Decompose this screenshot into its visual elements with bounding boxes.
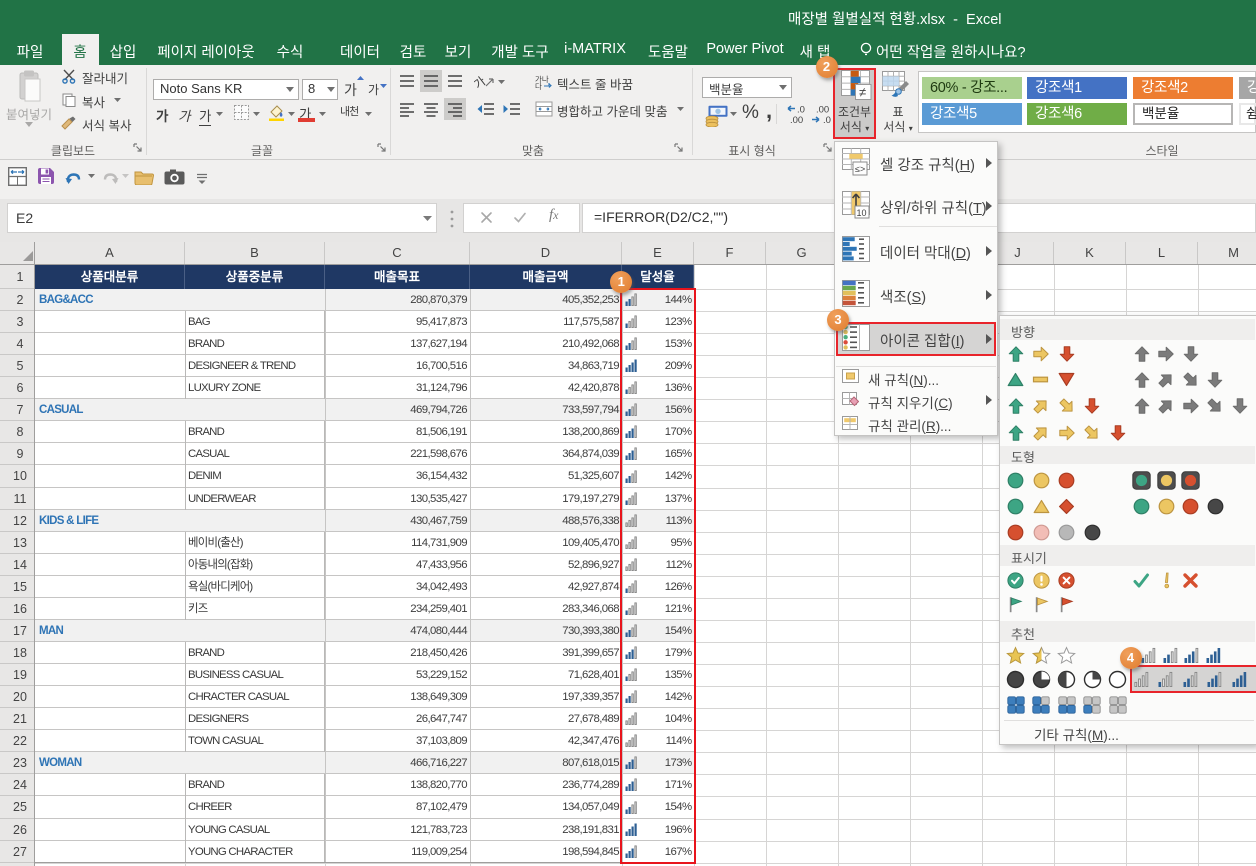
svg-text:다: 다 xyxy=(535,82,542,90)
svg-text:.00: .00 xyxy=(816,105,829,116)
svg-text:≠: ≠ xyxy=(859,85,866,100)
svg-text:.0: .0 xyxy=(797,105,805,116)
svg-text:10: 10 xyxy=(857,208,867,218)
svg-text:가: 가 xyxy=(474,74,488,90)
svg-text:≤>: ≤> xyxy=(855,164,865,174)
svg-text:.00: .00 xyxy=(790,115,803,125)
svg-text:.0: .0 xyxy=(823,115,831,125)
